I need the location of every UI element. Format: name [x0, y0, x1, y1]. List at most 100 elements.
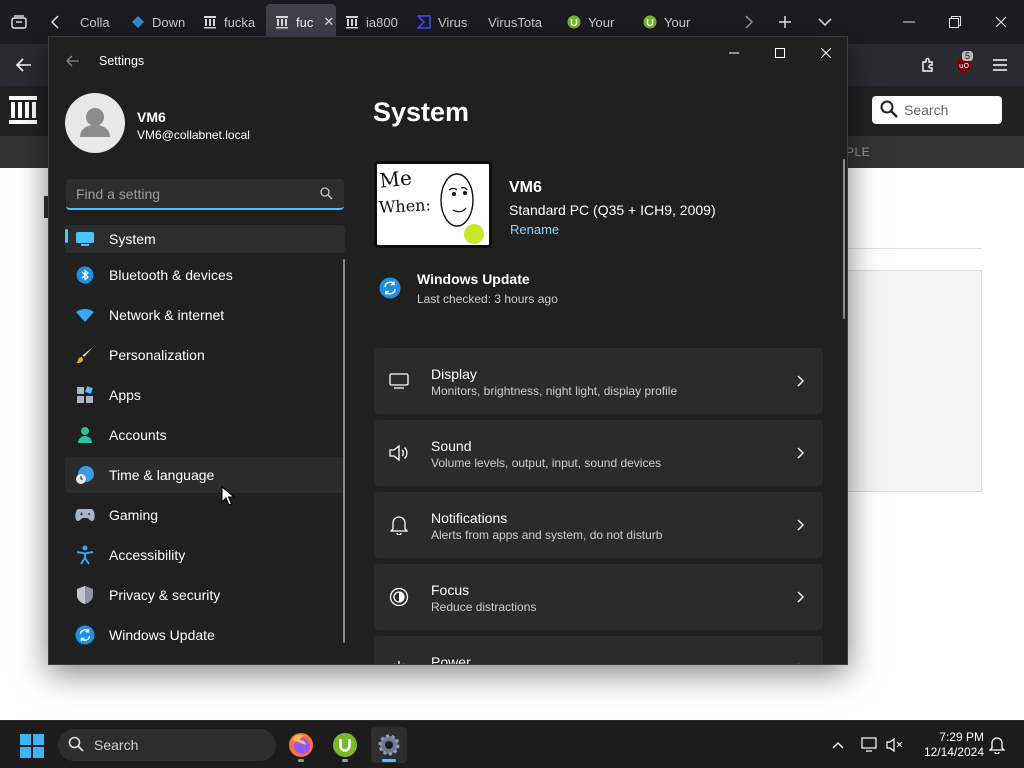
nav-item-personalization[interactable]: Personalization — [65, 337, 345, 373]
utorrent-icon — [566, 14, 582, 30]
user-silhouette-icon — [80, 108, 110, 137]
nav-scrollbar[interactable] — [343, 259, 345, 643]
tab-label: Your — [588, 14, 615, 30]
taskbar-search[interactable]: Search — [58, 729, 276, 761]
close-icon[interactable] — [803, 37, 847, 69]
nav-item-system[interactable]: System — [65, 225, 345, 253]
clock-time: 7:29 PM — [939, 730, 984, 744]
start-button[interactable] — [20, 734, 44, 758]
device-wallpaper-thumbnail: Me When: — [374, 161, 492, 248]
card-sound[interactable]: Sound Volume levels, output, input, soun… — [374, 420, 823, 486]
minimize-icon[interactable] — [711, 37, 757, 69]
nav-item-time-language[interactable]: Time & language — [65, 457, 345, 493]
thumb-text: When: — [378, 195, 431, 217]
nav-item-gaming[interactable]: Gaming — [65, 497, 345, 533]
back-arrow-icon[interactable] — [63, 51, 83, 71]
close-tab-icon[interactable]: ✕ — [323, 14, 334, 30]
notification-bell-icon[interactable] — [987, 735, 1007, 755]
bluetooth-icon — [75, 265, 95, 285]
browser-tab[interactable]: ia800 — [336, 4, 408, 40]
windows-update-icon — [75, 625, 95, 645]
browser-restore-icon[interactable] — [932, 0, 978, 44]
site-search-placeholder: Search — [904, 102, 949, 118]
browser-tab[interactable]: VirusTota — [480, 4, 558, 40]
firefox-icon — [289, 733, 313, 757]
card-subtitle: Monitors, brightness, night light, displ… — [431, 384, 678, 398]
maximize-icon[interactable] — [757, 37, 803, 69]
utorrent-icon — [333, 733, 357, 757]
find-setting-field[interactable] — [66, 179, 344, 210]
find-setting-input[interactable] — [76, 185, 306, 202]
nav-label: Apps — [109, 387, 141, 403]
tab-label: Virus — [438, 14, 468, 30]
browser-tab[interactable]: Colla — [72, 4, 122, 40]
browser-tab[interactable]: Virus — [408, 4, 480, 40]
browser-tab-active[interactable]: fuc ✕ — [266, 4, 336, 40]
rename-link[interactable]: Rename — [510, 222, 559, 237]
clock-date: 12/14/2024 — [923, 745, 984, 759]
virustotal-icon — [416, 14, 432, 30]
show-hidden-icons-chevron-icon[interactable] — [828, 735, 848, 755]
nav-item-bluetooth[interactable]: Bluetooth & devices — [65, 257, 345, 293]
nav-item-apps[interactable]: Apps — [65, 377, 345, 413]
card-focus[interactable]: Focus Reduce distractions — [374, 564, 823, 630]
tab-overview-icon[interactable] — [0, 0, 38, 44]
nav-label: Accounts — [109, 427, 167, 443]
profile-name: VM6 — [137, 109, 166, 125]
avatar[interactable] — [65, 93, 125, 153]
card-title: Focus — [431, 582, 470, 598]
chevron-right-icon — [793, 516, 807, 534]
globe-clock-icon — [75, 465, 95, 485]
taskbar-clock[interactable]: 7:29 PM 12/14/2024 — [910, 730, 984, 760]
site-subnav-link[interactable]: PLE — [846, 145, 870, 159]
thumb-text: Me — [378, 165, 413, 192]
windows-update-icon[interactable] — [379, 277, 401, 299]
browser-tab[interactable]: fucka — [194, 4, 266, 40]
windows-update-title[interactable]: Windows Update — [417, 271, 530, 287]
card-power[interactable]: Power — [374, 636, 823, 664]
nav-item-accounts[interactable]: Accounts — [65, 417, 345, 453]
search-icon[interactable] — [320, 187, 333, 205]
nav-label: Privacy & security — [109, 587, 221, 603]
browser-tab[interactable]: Your — [558, 4, 634, 40]
content-scrollbar[interactable] — [843, 159, 845, 319]
settings-window: Settings VM6 VM6@collabnet.local System — [48, 36, 848, 665]
brush-icon — [75, 345, 95, 365]
svg-text:uO: uO — [959, 62, 969, 70]
hamburger-menu-icon[interactable] — [982, 44, 1018, 86]
card-subtitle: Alerts from apps and system, do not dist… — [431, 528, 663, 542]
apps-icon — [75, 385, 95, 405]
nav-label: Personalization — [109, 347, 205, 363]
internet-archive-logo-icon[interactable] — [8, 94, 38, 126]
accessibility-icon — [75, 545, 95, 565]
power-icon — [388, 658, 410, 664]
chevron-right-icon — [793, 660, 807, 664]
card-notifications[interactable]: Notifications Alerts from apps and syste… — [374, 492, 823, 558]
taskbar-settings[interactable] — [371, 727, 407, 763]
nav-item-network[interactable]: Network & internet — [65, 297, 345, 333]
volume-muted-icon[interactable] — [884, 735, 904, 755]
nav-label: Gaming — [109, 507, 159, 523]
browser-tab[interactable]: Down — [122, 4, 194, 40]
browser-tab[interactable]: Your — [634, 4, 710, 40]
card-display[interactable]: Display Monitors, brightness, night ligh… — [374, 348, 823, 414]
site-search-input[interactable]: Search — [872, 96, 1002, 124]
browser-minimize-icon[interactable] — [886, 0, 932, 44]
nav-label: Windows Update — [109, 627, 215, 643]
system-icon — [75, 229, 95, 249]
browser-close-icon[interactable] — [978, 0, 1024, 44]
tab-label: Colla — [80, 14, 110, 30]
nav-item-windows-update[interactable]: Windows Update — [65, 617, 345, 653]
back-arrow-icon[interactable] — [6, 44, 42, 86]
taskbar-utorrent[interactable] — [327, 727, 363, 763]
utorrent-icon — [642, 14, 658, 30]
network-display-icon[interactable] — [860, 735, 880, 755]
archive-icon — [344, 14, 360, 30]
nav-item-accessibility[interactable]: Accessibility — [65, 537, 345, 573]
taskbar-firefox[interactable] — [283, 727, 319, 763]
chevron-right-icon — [793, 588, 807, 606]
extensions-icon[interactable] — [910, 44, 946, 86]
site-content-box — [848, 270, 982, 492]
nav-item-privacy[interactable]: Privacy & security — [65, 577, 345, 613]
windows-update-status: Last checked: 3 hours ago — [417, 292, 558, 306]
